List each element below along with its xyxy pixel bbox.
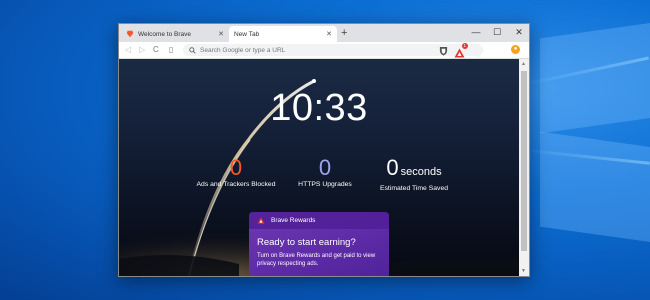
tab-label: Welcome to Brave <box>138 30 191 38</box>
time-saved-number: 0 <box>386 155 399 180</box>
rewards-card-heading: Ready to start earning? <box>257 237 356 248</box>
rewards-notification-badge: 1 <box>462 43 468 49</box>
forward-button[interactable]: ▷ <box>139 44 145 56</box>
close-tab-icon[interactable]: ✕ <box>218 30 224 38</box>
stat-time-saved: 0 seconds Estimated Time Saved <box>369 157 459 193</box>
brave-browser-window: Welcome to Brave ✕ New Tab ✕ + — ☐ ✕ ◁ ▷… <box>118 23 530 277</box>
address-bar[interactable] <box>183 44 483 56</box>
bookmark-icon[interactable]: ▯ <box>169 44 173 56</box>
clock: 10:33 <box>270 87 368 129</box>
search-input[interactable] <box>200 46 400 54</box>
time-saved-unit: seconds <box>400 166 442 178</box>
windows-logo-pane <box>540 131 650 244</box>
stat-ads-blocked: 0 Ads and Trackers Blocked <box>191 155 281 189</box>
close-tab-icon[interactable]: ✕ <box>326 30 332 38</box>
brave-lion-icon <box>126 30 134 38</box>
time-saved-value: 0 seconds <box>369 157 459 183</box>
rewards-card-body: Turn on Brave Rewards and get paid to vi… <box>257 253 376 267</box>
scrollbar-thumb[interactable] <box>521 71 527 251</box>
tab-new-tab[interactable]: New Tab ✕ <box>229 26 337 42</box>
new-tab-page: 10:33 0 Ads and Trackers Blocked 0 HTTPS… <box>119 59 519 276</box>
back-button[interactable]: ◁ <box>125 44 131 56</box>
ads-blocked-count: 0 <box>229 155 243 180</box>
stat-https-upgrades: 0 HTTPS Upgrades <box>289 155 361 189</box>
tab-welcome[interactable]: Welcome to Brave ✕ <box>121 26 229 42</box>
rewards-card-title: Brave Rewards <box>271 217 316 224</box>
new-tab-button[interactable]: + <box>341 27 347 39</box>
scroll-up-arrow-icon[interactable]: ▲ <box>521 61 526 67</box>
ads-blocked-label: Ads and Trackers Blocked <box>196 181 276 188</box>
rewards-card[interactable]: Brave Rewards Ready to start earning? Tu… <box>249 212 389 276</box>
brave-rewards-triangle-icon <box>454 48 465 58</box>
title-bar: Welcome to Brave ✕ New Tab ✕ + — ☐ ✕ <box>119 24 529 42</box>
https-upgrades-label: HTTPS Upgrades <box>298 181 352 188</box>
rewards-card-header: Brave Rewards <box>249 212 389 229</box>
scrollbar[interactable]: ▲ ▼ <box>519 59 529 276</box>
scroll-down-arrow-icon[interactable]: ▼ <box>521 268 526 274</box>
search-icon <box>189 46 196 54</box>
maximize-button[interactable]: ☐ <box>485 25 509 39</box>
toolbar: ◁ ▷ C ▯ 1 ● <box>119 42 529 59</box>
reload-button[interactable]: C <box>153 44 159 56</box>
profile-icon[interactable]: ● <box>511 45 520 54</box>
close-window-button[interactable]: ✕ <box>507 25 531 39</box>
https-upgrades-count: 0 <box>318 155 332 180</box>
brave-shields-icon[interactable] <box>439 46 448 56</box>
brave-rewards-triangle-icon <box>257 217 265 224</box>
time-saved-label: Estimated Time Saved <box>380 185 448 192</box>
tab-label: New Tab <box>234 30 260 38</box>
